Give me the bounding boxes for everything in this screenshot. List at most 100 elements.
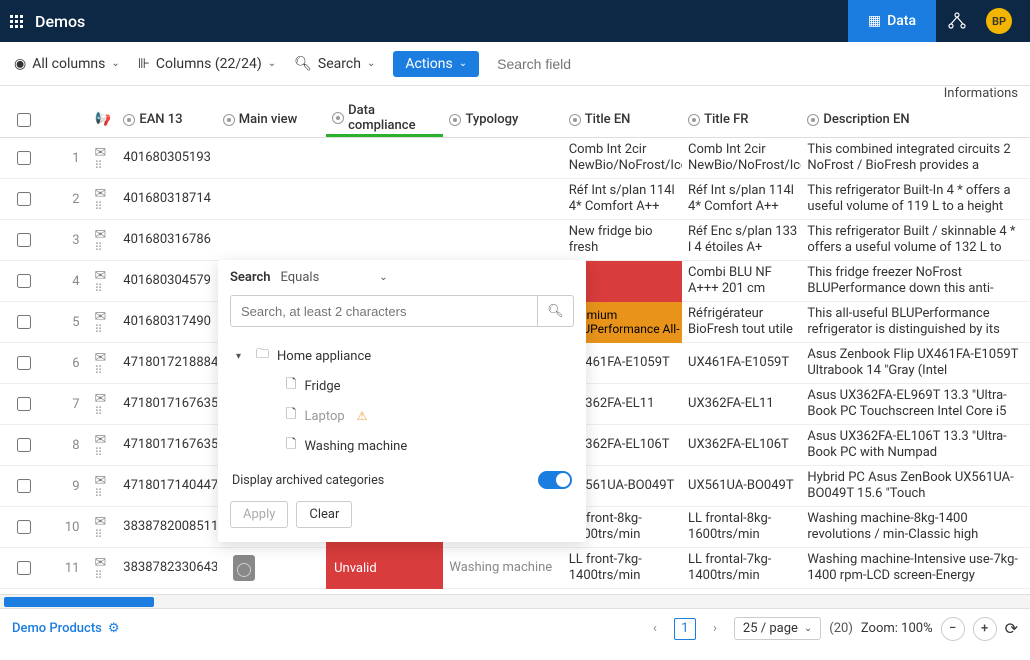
cell-ean: 401680318714: [117, 191, 216, 207]
zoom-label: Zoom: 100%: [861, 621, 933, 636]
search-dropdown[interactable]: 🔍︎ Search ⌄: [294, 56, 375, 72]
grid-header-row: 📢 EAN 13 Main view Data compliance Typol…: [0, 102, 1030, 138]
cell-description: Washing machine-Intensive use-7kg-1400 r…: [801, 552, 1030, 585]
data-grid: 📢 EAN 13 Main view Data compliance Typol…: [0, 102, 1030, 594]
total-count: (20): [829, 621, 853, 636]
columns-icon: ⊪: [138, 56, 150, 72]
chevron-down-icon: ⌄: [379, 272, 387, 283]
prev-page-button[interactable]: ‹: [644, 618, 666, 640]
col-header-main[interactable]: Main view: [217, 112, 326, 127]
chevron-down-icon: ⌄: [367, 58, 375, 69]
row-checkbox[interactable]: [17, 233, 31, 247]
cell-main-view: [217, 555, 326, 581]
refresh-button[interactable]: ⟳: [1005, 619, 1018, 638]
row-index: 9: [48, 479, 80, 494]
current-page[interactable]: 1: [674, 618, 696, 640]
archive-toggle-label: Display archived categories: [232, 473, 384, 488]
row-index: 10: [48, 520, 80, 535]
data-button[interactable]: ▦ Data: [848, 0, 936, 42]
cell-title-fr: Réf Int s/plan 114l 4* Comfort A++: [682, 183, 801, 216]
toolbar: ◉ All columns ⌄ ⊪ Columns (22/24) ⌄ 🔍︎ S…: [0, 42, 1030, 86]
tree-item-laptop[interactable]: 🗋 Laptop ⚠: [230, 401, 574, 431]
search-field-input[interactable]: [497, 56, 637, 72]
zoom-out-button[interactable]: −: [941, 617, 965, 641]
col-header-title-fr[interactable]: Title FR: [682, 112, 801, 127]
avatar[interactable]: BP: [986, 8, 1012, 34]
cell-description: This fridge freezer NoFrost BLUPerforman…: [801, 265, 1030, 298]
table-row[interactable]: 1✉⠿401680305193Comb Int 2cir NewBio/NoFr…: [0, 138, 1030, 179]
columns-dropdown[interactable]: ⊪ Columns (22/24) ⌄: [138, 56, 276, 72]
row-checkbox[interactable]: [17, 479, 31, 493]
app-title: Demos: [35, 12, 848, 31]
col-header-description-en[interactable]: Description EN: [801, 112, 1030, 127]
row-checkbox[interactable]: [17, 192, 31, 206]
select-all-checkbox[interactable]: [17, 113, 31, 127]
row-index: 3: [48, 233, 80, 248]
row-checkbox[interactable]: [17, 520, 31, 534]
warning-icon: ⚠: [357, 409, 368, 423]
row-index: 7: [48, 397, 80, 412]
table-row[interactable]: 3✉⠿401680316786New fridge bio freshRéf E…: [0, 220, 1030, 261]
tree-item-fridge[interactable]: 🗋 Fridge: [230, 371, 574, 401]
archive-toggle[interactable]: [538, 471, 572, 489]
chevron-down-icon: ⌄: [459, 58, 467, 69]
cell-ean: 4718017140447: [117, 478, 216, 494]
cell-ean: 3838782008511: [117, 519, 216, 535]
chevron-down-icon: ⌄: [111, 58, 119, 69]
row-checkbox[interactable]: [17, 438, 31, 452]
row-index: 1: [48, 151, 80, 166]
caret-down-icon: ▾: [236, 351, 248, 362]
row-checkbox[interactable]: [17, 356, 31, 370]
chevron-down-icon: ⌄: [804, 623, 812, 634]
cell-ean: 401680317490: [117, 314, 216, 330]
table-row[interactable]: 11✉⠿3838782330643UnvalidWashing machineL…: [0, 548, 1030, 589]
cell-description: Washing machine-8kg-1400 revolutions / m…: [801, 511, 1030, 544]
col-header-data-compliance[interactable]: Data compliance: [326, 102, 443, 137]
operator-dropdown[interactable]: Equals⌄: [281, 270, 388, 285]
tree-item-washing-machine[interactable]: 🗋 Washing machine: [230, 431, 574, 461]
row-checkbox[interactable]: [17, 274, 31, 288]
row-checkbox[interactable]: [17, 315, 31, 329]
table-row[interactable]: 2✉⠿401680318714Réf Int s/plan 114l 4* Co…: [0, 179, 1030, 220]
grid-icon: ▦: [868, 13, 881, 29]
col-header-typology[interactable]: Typology: [443, 112, 562, 127]
cell-title-fr: LL frontal-7kg-1400trs/min: [682, 552, 801, 585]
col-header-ean[interactable]: EAN 13: [117, 112, 216, 127]
cell-ean: 4718017218884: [117, 355, 216, 371]
per-page-dropdown[interactable]: 25 / page⌄: [734, 617, 821, 640]
all-columns-dropdown[interactable]: ◉ All columns ⌄: [14, 56, 120, 72]
cell-description: This all-useful BLUPerformance refrigera…: [801, 306, 1030, 339]
eye-icon: ◉: [14, 56, 26, 72]
search-button[interactable]: 🔍︎: [537, 296, 573, 326]
clear-button[interactable]: Clear: [296, 501, 352, 528]
category-search-input[interactable]: [231, 296, 537, 326]
cell-title-en: LL front-7kg-1400trs/min: [563, 552, 682, 585]
horizontal-scrollbar[interactable]: [0, 594, 1030, 608]
search-icon: 🔍︎: [294, 56, 312, 72]
next-page-button[interactable]: ›: [704, 618, 726, 640]
row-index: 6: [48, 356, 80, 371]
category-tree: ▾ 🗀 Home appliance 🗋 Fridge 🗋 Laptop ⚠ 🗋…: [230, 337, 574, 471]
gear-icon[interactable]: ⚙: [108, 621, 120, 636]
cell-title-fr: Combi BLU NF A+++ 201 cm: [682, 265, 801, 298]
breadcrumb-demo-products[interactable]: Demo Products ⚙: [12, 621, 120, 636]
actions-button[interactable]: Actions ⌄: [393, 51, 479, 77]
popover-search-label: Search: [230, 270, 271, 285]
product-thumbnail: [233, 555, 255, 581]
tree-root-home-appliance[interactable]: ▾ 🗀 Home appliance: [230, 341, 574, 371]
cell-ean: 4718017167635: [117, 437, 216, 453]
file-icon: 🗋: [286, 375, 296, 397]
zoom-in-button[interactable]: +: [973, 617, 997, 641]
cell-description: This refrigerator Built-In 4 * offers a …: [801, 183, 1030, 216]
col-header-title-en[interactable]: Title EN: [563, 112, 682, 127]
columns-label: Columns (22/24): [156, 56, 262, 72]
row-checkbox[interactable]: [17, 561, 31, 575]
row-checkbox[interactable]: [17, 397, 31, 411]
cell-description: This refrigerator Built / skinnable 4 * …: [801, 224, 1030, 257]
row-index: 5: [48, 315, 80, 330]
workflow-icon[interactable]: [936, 11, 978, 31]
apply-button[interactable]: Apply: [230, 501, 288, 528]
cell-title-en: Comb Int 2cir NewBio/NoFrost/Ice: [563, 142, 682, 175]
row-checkbox[interactable]: [17, 151, 31, 165]
apps-grid-icon[interactable]: [10, 15, 23, 28]
